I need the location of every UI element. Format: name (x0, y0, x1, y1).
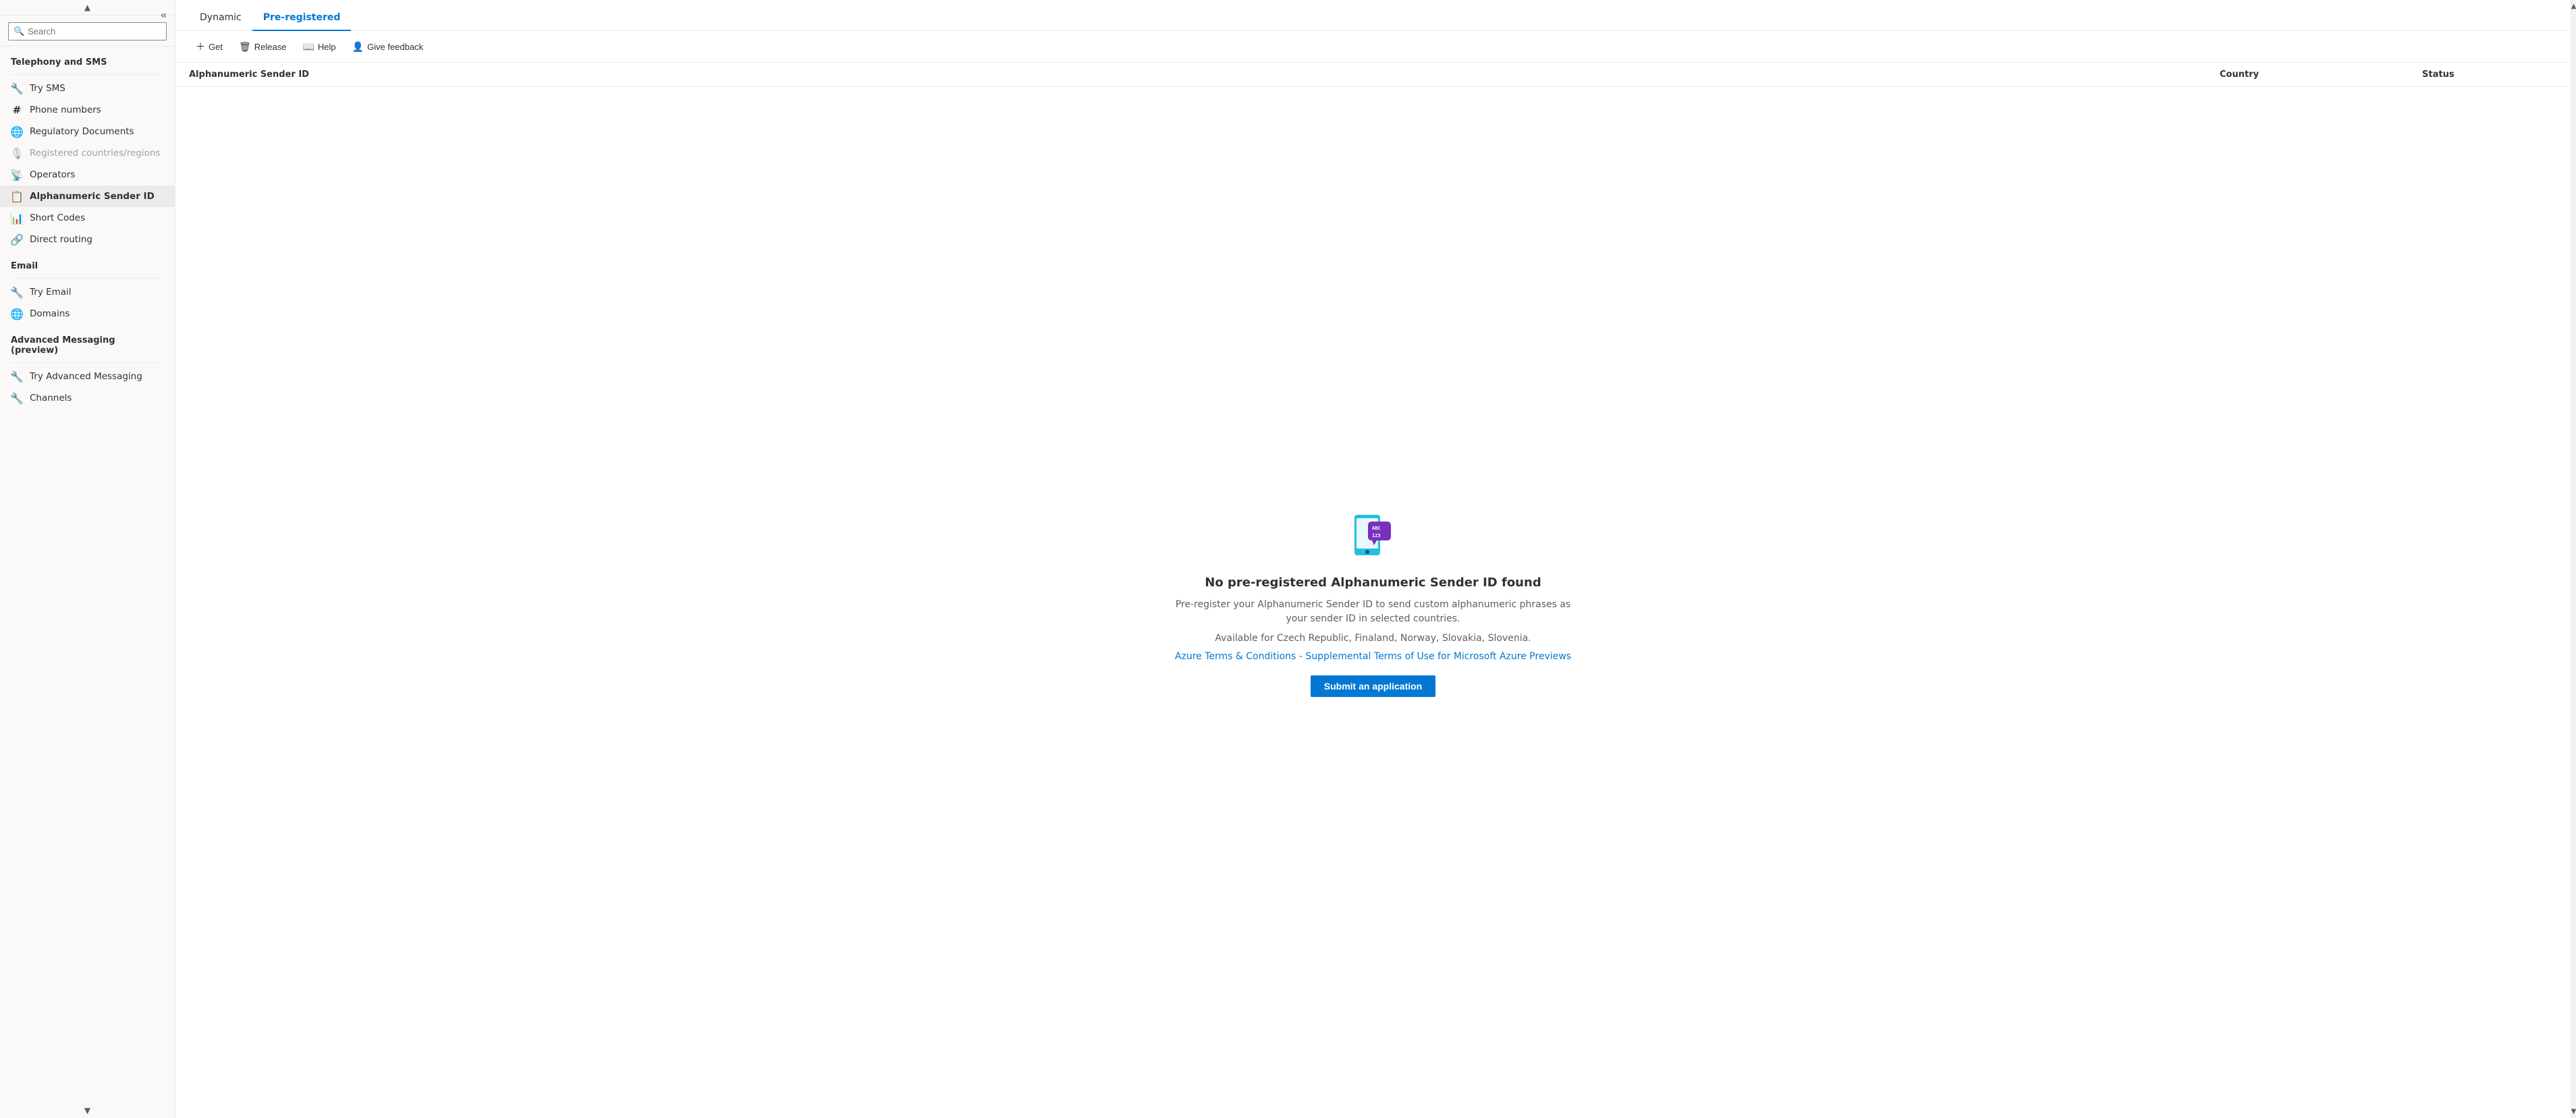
submit-application-button[interactable]: Submit an application (1311, 675, 1435, 697)
domains-icon: 🌐 (11, 308, 23, 320)
divider-telephony (11, 74, 164, 75)
feedback-icon: 👤 (352, 41, 364, 53)
empty-state: ABC 123 No pre-registered Alphanumeric S… (175, 87, 2571, 1118)
column-country: Country (2220, 69, 2422, 80)
column-status: Status (2422, 69, 2557, 80)
divider-advanced-messaging (11, 362, 164, 363)
sidebar-item-alphanumeric-sender-id[interactable]: 📋 Alphanumeric Sender ID (0, 186, 175, 207)
scroll-up-arrow[interactable]: ▲ (0, 0, 175, 16)
sidebar-item-label: Alphanumeric Sender ID (30, 191, 155, 202)
sidebar-item-regulatory-documents[interactable]: 🌐 Regulatory Documents (0, 121, 175, 142)
scroll-down-arrow[interactable]: ▼ (0, 1103, 175, 1118)
empty-state-description: Pre-register your Alphanumeric Sender ID… (1171, 598, 1576, 626)
right-scrollbar: ▲ ▼ (2571, 0, 2576, 1118)
link-separator: - (1299, 651, 1306, 662)
supplemental-terms-link[interactable]: Supplemental Terms of Use for Microsoft … (1305, 651, 1571, 662)
main-content: Dynamic Pre-registered ＋ Get 🗑 Release 📖… (175, 0, 2571, 1118)
section-title-telephony: Telephony and SMS (0, 47, 175, 72)
release-button[interactable]: 🗑 Release (232, 38, 293, 56)
sidebar-item-label: Short Codes (30, 213, 85, 223)
sidebar-item-try-sms[interactable]: 🔧 Try SMS (0, 78, 175, 99)
tabs-bar: Dynamic Pre-registered (175, 0, 2571, 31)
sidebar-item-label: Domains (30, 308, 70, 319)
sidebar-item-operators[interactable]: 📡 Operators (0, 164, 175, 186)
channels-icon: 🔧 (11, 392, 23, 404)
sidebar-item-label: Channels (30, 393, 72, 403)
sidebar-item-direct-routing[interactable]: 🔗 Direct routing (0, 229, 175, 250)
sidebar-nav: Telephony and SMS 🔧 Try SMS # Phone numb… (0, 47, 175, 1103)
empty-state-title: No pre-registered Alphanumeric Sender ID… (1205, 576, 1541, 590)
svg-text:123: 123 (1372, 533, 1381, 538)
empty-state-links: Azure Terms & Conditions - Supplemental … (1175, 651, 1571, 662)
direct-routing-icon: 🔗 (11, 233, 23, 246)
sidebar-item-label: Try SMS (30, 83, 65, 94)
tab-pre-registered[interactable]: Pre-registered (252, 5, 352, 31)
section-title-advanced-messaging: Advanced Messaging (preview) (0, 325, 175, 360)
help-button[interactable]: 📖 Help (296, 38, 342, 56)
sidebar-item-phone-numbers[interactable]: # Phone numbers (0, 99, 175, 121)
table-header: Alphanumeric Sender ID Country Status (175, 63, 2571, 87)
sidebar-item-short-codes[interactable]: 📊 Short Codes (0, 207, 175, 229)
sidebar-item-label: Phone numbers (30, 105, 101, 115)
sidebar: ▲ 🔍 « Telephony and SMS 🔧 Try SMS # Phon… (0, 0, 175, 1118)
operators-icon: 📡 (11, 169, 23, 181)
search-icon: 🔍 (13, 26, 24, 36)
empty-state-availability: Available for Czech Republic, Finaland, … (1215, 632, 1531, 646)
sidebar-item-try-email[interactable]: 🔧 Try Email (0, 281, 175, 303)
search-input[interactable] (8, 22, 167, 40)
divider-email (11, 278, 164, 279)
get-label: Get (209, 42, 223, 52)
scrollbar-down-arrow[interactable]: ▼ (2571, 1108, 2576, 1115)
sidebar-item-label: Regulatory Documents (30, 126, 134, 137)
sidebar-item-label: Try Advanced Messaging (30, 371, 142, 382)
feedback-label: Give feedback (367, 42, 423, 52)
release-icon: 🗑 (239, 41, 251, 53)
try-email-icon: 🔧 (11, 286, 23, 298)
get-icon: ＋ (196, 40, 205, 53)
try-sms-icon: 🔧 (11, 82, 23, 94)
sidebar-search-container: 🔍 (0, 16, 175, 47)
empty-state-icon: ABC 123 (1346, 508, 1400, 562)
help-label: Help (318, 42, 336, 52)
collapse-sidebar-button[interactable]: « (158, 7, 169, 24)
help-icon: 📖 (302, 41, 314, 53)
scrollbar-up-arrow[interactable]: ▲ (2571, 3, 2576, 10)
release-label: Release (254, 42, 287, 52)
tab-dynamic[interactable]: Dynamic (189, 5, 252, 31)
feedback-button[interactable]: 👤 Give feedback (346, 38, 431, 56)
sidebar-item-try-advanced-messaging[interactable]: 🔧 Try Advanced Messaging (0, 366, 175, 387)
get-button[interactable]: ＋ Get (189, 36, 229, 57)
try-advanced-messaging-icon: 🔧 (11, 370, 23, 383)
sidebar-item-registered-countries: 🎙 Registered countries/regions (0, 142, 175, 164)
sidebar-item-label: Try Email (30, 287, 72, 298)
short-codes-icon: 📊 (11, 212, 23, 224)
sidebar-item-label: Operators (30, 169, 75, 180)
sidebar-item-channels[interactable]: 🔧 Channels (0, 387, 175, 409)
column-alphanumeric-sender-id: Alphanumeric Sender ID (189, 69, 2220, 80)
regulatory-icon: 🌐 (11, 125, 23, 138)
sidebar-item-label: Registered countries/regions (30, 148, 160, 159)
alphanumeric-icon: 📋 (11, 190, 23, 202)
registered-countries-icon: 🎙 (11, 147, 23, 159)
sidebar-item-label: Direct routing (30, 234, 92, 245)
svg-text:ABC: ABC (1372, 526, 1381, 531)
phone-numbers-icon: # (11, 104, 23, 116)
section-title-email: Email (0, 250, 175, 275)
azure-terms-link[interactable]: Azure Terms & Conditions (1175, 651, 1296, 662)
sidebar-item-domains[interactable]: 🌐 Domains (0, 303, 175, 325)
toolbar: ＋ Get 🗑 Release 📖 Help 👤 Give feedback (175, 31, 2571, 63)
